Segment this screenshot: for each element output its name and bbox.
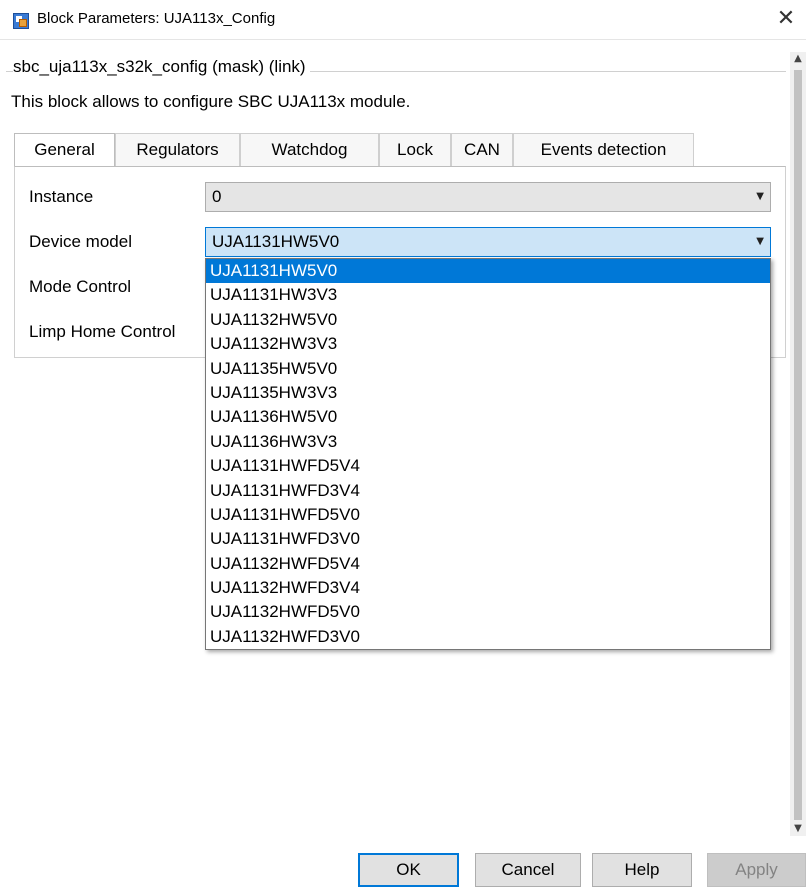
dropdown-option[interactable]: UJA1135HW3V3 xyxy=(206,381,770,405)
device-model-label: Device model xyxy=(29,232,132,251)
tab-watchdog[interactable]: Watchdog xyxy=(240,133,379,166)
scroll-down-arrow-icon[interactable]: ▼ xyxy=(790,822,806,836)
dropdown-option[interactable]: UJA1131HW5V0 xyxy=(206,259,770,284)
instance-label: Instance xyxy=(29,187,94,206)
dropdown-option[interactable]: UJA1132HW5V0 xyxy=(206,308,770,332)
limp-home-control-label: Limp Home Control xyxy=(29,322,176,341)
tab-can[interactable]: CAN xyxy=(451,133,513,166)
dropdown-option[interactable]: UJA1136HW5V0 xyxy=(206,405,770,429)
dropdown-option[interactable]: UJA1131HWFD5V0 xyxy=(206,503,770,527)
mode-control-label: Mode Control xyxy=(29,277,132,296)
tab-regulators[interactable]: Regulators xyxy=(115,133,240,166)
device-model-dropdown-list: UJA1131HW5V0 UJA1131HW3V3 UJA1132HW5V0 U… xyxy=(205,258,771,650)
dropdown-option[interactable]: UJA1132HWFD5V0 xyxy=(206,600,770,624)
chevron-down-icon: ▼ xyxy=(756,191,764,202)
tab-lock[interactable]: Lock xyxy=(379,133,451,166)
scroll-thumb[interactable] xyxy=(794,70,802,820)
dropdown-option[interactable]: UJA1131HW3V3 xyxy=(206,283,770,307)
scroll-up-arrow-icon[interactable]: ▲ xyxy=(790,52,806,66)
help-button[interactable]: Help xyxy=(592,853,692,887)
cancel-button[interactable]: Cancel xyxy=(475,853,581,887)
device-model-value: UJA1131HW5V0 xyxy=(212,232,340,251)
dropdown-option[interactable]: UJA1131HWFD5V4 xyxy=(206,454,770,478)
apply-button[interactable]: Apply xyxy=(707,853,806,887)
instance-value: 0 xyxy=(212,187,222,206)
chevron-down-icon: ▼ xyxy=(756,236,764,247)
dropdown-option[interactable]: UJA1132HWFD3V4 xyxy=(206,576,770,600)
simulink-block-icon xyxy=(13,13,29,29)
dropdown-option[interactable]: UJA1136HW3V3 xyxy=(206,430,770,454)
instance-select[interactable]: 0 ▼ xyxy=(205,182,771,212)
dropdown-option[interactable]: UJA1131HWFD3V4 xyxy=(206,479,770,503)
title-bar: Block Parameters: UJA113x_Config ✕ xyxy=(0,0,806,40)
device-model-select[interactable]: UJA1131HW5V0 ▼ xyxy=(205,227,771,257)
dropdown-option[interactable]: UJA1132HWFD3V0 xyxy=(206,625,770,649)
dropdown-option[interactable]: UJA1132HWFD5V4 xyxy=(206,552,770,576)
close-button[interactable]: ✕ xyxy=(766,0,806,40)
dropdown-option[interactable]: UJA1135HW5V0 xyxy=(206,357,770,381)
ok-button[interactable]: OK xyxy=(358,853,459,887)
dropdown-option[interactable]: UJA1131HWFD3V0 xyxy=(206,527,770,551)
mask-group-legend: sbc_uja113x_s32k_config (mask) (link) xyxy=(13,57,310,77)
window-title: Block Parameters: UJA113x_Config xyxy=(37,10,276,27)
vertical-scrollbar[interactable]: ▲ ▼ xyxy=(790,52,806,836)
dropdown-option[interactable]: UJA1132HW3V3 xyxy=(206,332,770,356)
tab-general[interactable]: General xyxy=(14,133,115,167)
tab-events-detection[interactable]: Events detection xyxy=(513,133,694,166)
mask-description: This block allows to configure SBC UJA11… xyxy=(11,92,411,111)
